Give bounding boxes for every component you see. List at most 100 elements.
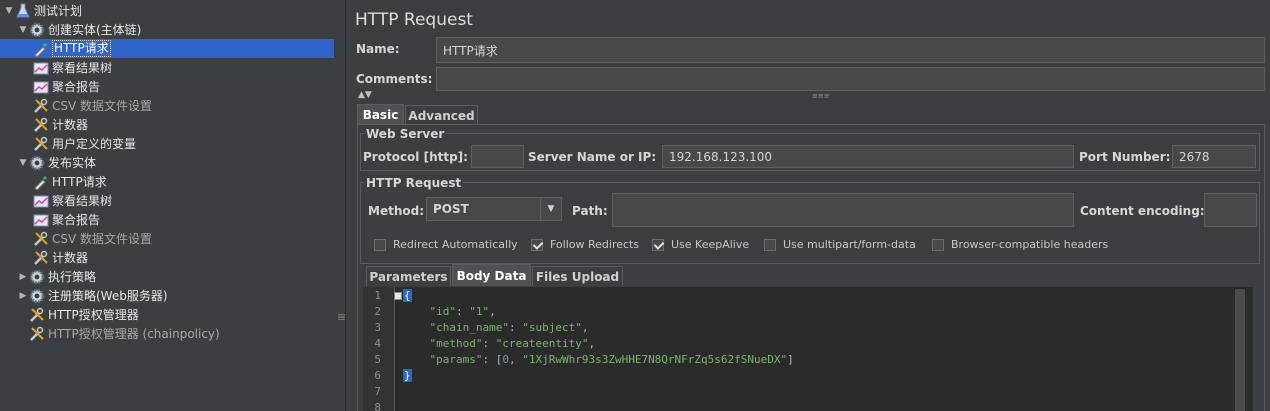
expand-right-icon[interactable]: ▶ — [18, 291, 28, 301]
tree-item-label: 用户定义的变量 — [52, 137, 137, 151]
comments-label: Comments: — [356, 72, 433, 86]
line-number: 1 — [374, 289, 381, 302]
method-value: POST — [433, 202, 469, 216]
checkbox-label: Browser-compatible headers — [951, 238, 1109, 251]
redirect-automatically-checkbox[interactable]: Redirect Automatically — [374, 238, 518, 251]
use-keepalive-checkbox[interactable]: Use KeepAlive — [652, 238, 749, 251]
line-number: 2 — [374, 305, 381, 318]
tab-body-data[interactable]: Body Data — [452, 264, 531, 286]
line-number: 7 — [374, 385, 381, 398]
tree-item[interactable]: ▼ 发布实体 — [0, 153, 334, 172]
line-number: 5 — [374, 353, 381, 366]
follow-redirects-checkbox[interactable]: Follow Redirects — [531, 238, 639, 251]
use-multipart-checkbox[interactable]: Use multipart/form-data — [764, 238, 916, 251]
path-label: Path: — [572, 204, 608, 218]
server-label: Server Name or IP: — [528, 150, 657, 164]
tree-item-label: 察看结果树 — [52, 194, 113, 208]
tree-item[interactable]: CSV 数据文件设置 — [0, 229, 334, 248]
tree-item-label: 执行策略 — [48, 270, 97, 284]
checkbox-box[interactable] — [531, 238, 543, 251]
code-line[interactable]: "id": "1", — [403, 305, 496, 318]
tree-item[interactable]: 察看结果树 — [0, 191, 334, 210]
tree-item[interactable]: HTTP请求 — [0, 172, 334, 191]
wrench-icon — [32, 250, 50, 266]
encoding-field[interactable] — [1204, 193, 1257, 227]
protocol-field[interactable] — [471, 145, 524, 168]
checkbox-label: Follow Redirects — [550, 238, 640, 251]
gear-icon — [28, 22, 46, 38]
http-request-title: HTTP Request — [364, 176, 464, 190]
tree-item-label: 注册策略(Web服务器) — [48, 289, 168, 303]
tree-item[interactable]: CSV 数据文件设置 — [0, 96, 334, 115]
tree-item-label: 聚合报告 — [52, 213, 101, 227]
expand-right-icon[interactable]: ▶ — [18, 272, 28, 282]
wrench-icon — [32, 231, 50, 247]
code-line[interactable]: "method": "createentity", — [403, 337, 596, 350]
tree-item[interactable]: 聚合报告 — [0, 210, 334, 229]
chart-icon — [32, 212, 50, 228]
protocol-label: Protocol [http]: — [363, 150, 468, 164]
fold-icon[interactable] — [394, 292, 402, 300]
tree-item[interactable]: ▶ 注册策略(Web服务器) — [0, 286, 334, 305]
splitter-handle[interactable]: |||| — [336, 0, 347, 411]
expand-down-icon[interactable]: ▼ — [18, 25, 28, 35]
tab-files-upload[interactable]: Files Upload — [532, 266, 623, 286]
tree-item-label: 聚合报告 — [52, 80, 101, 94]
tree-item-label: 计数器 — [52, 251, 89, 265]
checkbox-label: Redirect Automatically — [393, 238, 518, 251]
expand-down-icon[interactable]: ▼ — [4, 6, 14, 16]
checkbox-box[interactable] — [374, 238, 386, 251]
code-line[interactable]: } — [403, 369, 412, 382]
path-field[interactable] — [612, 193, 1074, 227]
server-field[interactable]: 192.168.123.100 — [662, 145, 1074, 168]
tree-item-label: CSV 数据文件设置 — [52, 99, 153, 113]
tree-item-label: 测试计划 — [34, 4, 83, 18]
checkbox-box[interactable] — [764, 238, 776, 251]
web-server-title: Web Server — [364, 127, 447, 141]
expand-down-icon[interactable]: ▼ — [18, 158, 28, 168]
pipette-icon — [32, 174, 50, 190]
tree-item-label: CSV 数据文件设置 — [52, 232, 153, 246]
resize-grip-icon[interactable]: ≡≡≡ — [812, 92, 830, 100]
comments-field[interactable] — [436, 67, 1265, 91]
name-field[interactable]: HTTP请求 — [436, 37, 1265, 63]
tree-item-label: 创建实体(主体链) — [48, 23, 142, 37]
port-field[interactable]: 2678 — [1172, 145, 1256, 168]
checkbox-box[interactable] — [652, 238, 664, 251]
tab-parameters[interactable]: Parameters — [366, 266, 451, 286]
tree-item[interactable]: 察看结果树 — [0, 58, 334, 77]
name-label: Name: — [356, 42, 400, 56]
tree-item[interactable]: HTTP授权管理器 (chainpolicy) — [0, 324, 334, 343]
tab-advanced[interactable]: Advanced — [405, 105, 478, 125]
tree-item[interactable]: 聚合报告 — [0, 77, 334, 96]
tree-item[interactable]: HTTP请求 — [0, 39, 334, 58]
tree-item[interactable]: HTTP授权管理器 — [0, 305, 334, 324]
scrollbar[interactable] — [1235, 289, 1245, 411]
tree-item[interactable]: ▼ 测试计划 — [0, 1, 334, 20]
line-number: 6 — [374, 369, 381, 382]
method-select[interactable]: POST ▼ — [426, 197, 562, 221]
code-line[interactable]: "params": [0, "1XjRwWhr93s3ZwHHE7N8QrNFr… — [403, 353, 794, 366]
tree-item[interactable]: 计数器 — [0, 248, 334, 267]
tree-item[interactable]: 计数器 — [0, 115, 334, 134]
checkbox-label: Use multipart/form-data — [783, 238, 916, 251]
test-plan-tree[interactable]: ▼ 测试计划 ▼ 创建实体(主体链) HTTP请求 察看结果树 聚合报告 CSV 数据文件设置… — [0, 0, 336, 411]
wrench-icon — [28, 307, 46, 323]
code-line[interactable]: "chain_name": "subject", — [403, 321, 589, 334]
tree-item[interactable]: ▶ 执行策略 — [0, 267, 334, 286]
tree-item[interactable]: 用户定义的变量 — [0, 134, 334, 153]
code-line[interactable]: { — [403, 289, 412, 302]
encoding-label: Content encoding: — [1080, 204, 1205, 218]
tab-basic[interactable]: Basic — [357, 104, 404, 124]
line-number: 4 — [374, 337, 381, 350]
collapse-arrows-icon[interactable]: ▲▼ — [358, 90, 372, 100]
browser-compatible-checkbox[interactable]: Browser-compatible headers — [932, 238, 1108, 251]
chart-icon — [32, 60, 50, 76]
tree-item[interactable]: ▼ 创建实体(主体链) — [0, 20, 334, 39]
checkbox-box[interactable] — [932, 238, 944, 251]
body-data-editor[interactable]: 1 {2 "id": "1", 3 "chain_name": "subject",… — [363, 287, 1253, 411]
chevron-down-icon[interactable]: ▼ — [540, 198, 561, 220]
chart-icon — [32, 79, 50, 95]
line-number: 8 — [374, 401, 381, 411]
http-request-panel: HTTP Request Name: HTTP请求 Comments: ▲▼ ≡… — [346, 0, 1270, 411]
